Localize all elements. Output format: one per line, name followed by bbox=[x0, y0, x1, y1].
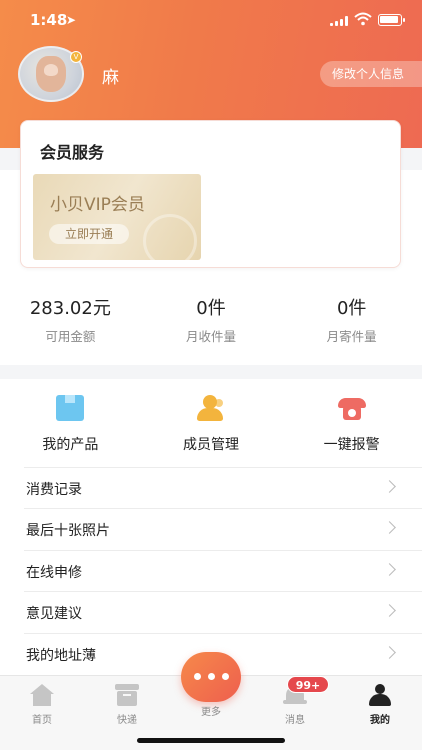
status-bar: 1:48 ➤ bbox=[0, 0, 422, 40]
tab-label: 快递 bbox=[117, 715, 137, 726]
dot-icon bbox=[222, 673, 229, 680]
stat-balance[interactable]: 283.02元 可用金额 bbox=[0, 294, 141, 344]
stat-monthly-received[interactable]: 0件 月收件量 bbox=[141, 294, 282, 344]
stat-value: 0件 bbox=[336, 298, 367, 319]
signal-icon bbox=[330, 16, 348, 26]
phone-icon bbox=[337, 395, 366, 421]
battery-icon bbox=[378, 14, 405, 26]
more-label: 更多 bbox=[201, 707, 221, 718]
tab-home[interactable]: 首页 bbox=[12, 684, 72, 726]
stat-value: 283.02元 bbox=[29, 298, 111, 319]
tab-label: 消息 bbox=[285, 715, 305, 726]
vip-logo-icon bbox=[143, 214, 197, 260]
emergency-alarm-button[interactable]: 一键报警 bbox=[281, 395, 422, 455]
quick-action-label: 一键报警 bbox=[323, 437, 380, 453]
user-icon bbox=[368, 684, 392, 706]
quick-action-label: 我的产品 bbox=[42, 437, 99, 453]
quick-action-label: 成员管理 bbox=[183, 437, 239, 453]
chevron-right-icon bbox=[383, 562, 396, 576]
menu-item-label: 意见建议 bbox=[26, 606, 82, 623]
menu-item-consumption-records[interactable]: 消费记录 bbox=[24, 467, 422, 508]
chevron-right-icon bbox=[383, 480, 396, 493]
vip-banner[interactable]: 小贝VIP会员 立即开通 bbox=[33, 174, 201, 260]
menu-item-label: 最后十张照片 bbox=[26, 523, 110, 540]
tab-label: 我的 bbox=[370, 715, 390, 726]
wifi-icon bbox=[354, 12, 372, 26]
stat-monthly-sent[interactable]: 0件 月寄件量 bbox=[281, 294, 422, 344]
menu-item-label: 消费记录 bbox=[26, 482, 82, 498]
express-box-icon bbox=[115, 684, 139, 706]
chevron-right-icon bbox=[383, 604, 396, 618]
stat-label: 可用金额 bbox=[45, 329, 96, 344]
activate-vip-button[interactable]: 立即开通 bbox=[49, 224, 129, 244]
menu-item-label: 我的地址薄 bbox=[26, 647, 96, 664]
home-icon bbox=[30, 684, 54, 706]
vip-banner-title: 小贝VIP会员 bbox=[50, 195, 145, 215]
stats-row: 283.02元 可用金额 0件 月收件量 0件 月寄件量 bbox=[0, 294, 422, 344]
tab-mine[interactable]: 我的 bbox=[350, 684, 410, 726]
tab-label: 首页 bbox=[32, 715, 52, 726]
main-panel: 我的产品 成员管理 一键报警 消费记录 最后十张照片 在线申修 意见建议 我的地… bbox=[0, 379, 422, 675]
dot-icon bbox=[194, 673, 201, 680]
tab-express[interactable]: 快递 bbox=[97, 684, 157, 726]
my-products-button[interactable]: 我的产品 bbox=[0, 395, 141, 455]
more-button[interactable] bbox=[181, 652, 241, 702]
box-icon bbox=[56, 395, 85, 421]
stat-label: 月寄件量 bbox=[326, 329, 377, 344]
location-arrow-icon: ➤ bbox=[66, 13, 77, 27]
dot-icon bbox=[208, 673, 215, 680]
status-time: 1:48 bbox=[30, 11, 68, 29]
members-icon bbox=[197, 395, 225, 421]
edit-profile-button[interactable]: 修改个人信息 bbox=[320, 61, 422, 87]
menu-item-feedback[interactable]: 意见建议 bbox=[24, 591, 422, 632]
settings-menu: 消费记录 最后十张照片 在线申修 意见建议 我的地址薄 bbox=[24, 467, 422, 674]
member-badge-icon: V bbox=[70, 51, 82, 63]
username: 麻 bbox=[102, 68, 119, 88]
menu-item-online-repair[interactable]: 在线申修 bbox=[24, 549, 422, 591]
chevron-right-icon bbox=[383, 521, 396, 535]
home-indicator bbox=[137, 738, 285, 743]
menu-item-label: 在线申修 bbox=[26, 564, 82, 581]
member-management-button[interactable]: 成员管理 bbox=[141, 395, 282, 455]
quick-actions: 我的产品 成员管理 一键报警 bbox=[0, 395, 422, 455]
stat-value: 0件 bbox=[196, 298, 226, 319]
messages-badge: 99+ bbox=[287, 676, 329, 693]
menu-item-last-ten-photos[interactable]: 最后十张照片 bbox=[24, 508, 422, 549]
vip-card-title: 会员服务 bbox=[40, 143, 105, 162]
stat-label: 月收件量 bbox=[186, 329, 237, 344]
chevron-right-icon bbox=[383, 645, 396, 659]
vip-service-card: 会员服务 小贝VIP会员 立即开通 bbox=[20, 120, 401, 268]
